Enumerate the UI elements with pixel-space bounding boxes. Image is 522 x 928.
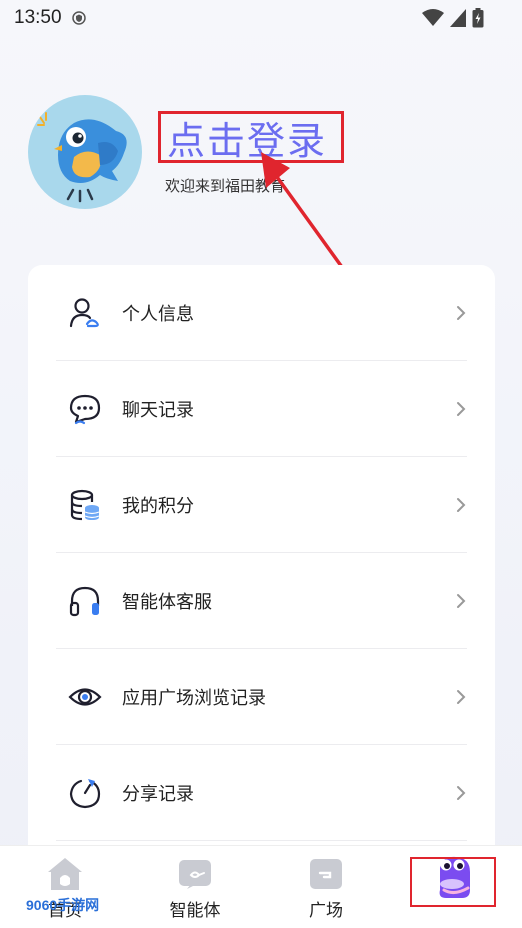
nav-annotation-box (410, 857, 496, 907)
menu-item-label: 智能体客服 (122, 592, 212, 613)
chevron-right-icon (457, 690, 466, 704)
chevron-right-icon (457, 306, 466, 320)
menu-item-chat-history[interactable]: 聊天记录 (28, 361, 495, 457)
chevron-right-icon (457, 786, 466, 800)
wifi-icon (422, 9, 444, 26)
menu-item-label: 应用广场浏览记录 (122, 688, 266, 709)
nav-label: 智能体 (169, 901, 221, 921)
chevron-right-icon (457, 498, 466, 512)
watermark: 9060手游网 (26, 897, 100, 913)
menu-item-label: 分享记录 (122, 784, 194, 805)
menu-item-label: 我的积分 (122, 496, 194, 517)
database-icon (70, 489, 100, 521)
nav-item-agent[interactable]: 智能体 (145, 856, 245, 921)
menu-item-profile-info[interactable]: 个人信息 (28, 265, 495, 361)
person-icon (69, 298, 99, 328)
status-indicators (422, 8, 484, 28)
status-bar: 13:50 (0, 0, 522, 36)
menu-item-share-history[interactable]: 分享记录 (28, 745, 495, 841)
share-icon (69, 779, 101, 809)
menu-item-label: 个人信息 (122, 304, 194, 325)
headset-icon (69, 586, 100, 617)
nav-item-plaza[interactable]: 广场 (276, 856, 376, 921)
welcome-text: 欢迎来到福田教育 (165, 177, 286, 195)
chat-icon (69, 394, 101, 425)
nav-label: 广场 (309, 901, 343, 921)
chevron-right-icon (457, 594, 466, 608)
login-link[interactable]: 点击登录 (167, 110, 327, 165)
shield-icon (71, 11, 86, 25)
agent-icon (179, 860, 211, 889)
menu-item-points[interactable]: 我的积分 (28, 457, 495, 553)
avatar[interactable] (28, 95, 142, 209)
login-annotation-box: 点击登录 (158, 111, 344, 163)
status-time: 13:50 (14, 7, 62, 28)
eye-icon (68, 688, 102, 706)
menu-item-label: 聊天记录 (122, 400, 194, 421)
menu-item-browse-history[interactable]: 应用广场浏览记录 (28, 649, 495, 745)
battery-icon (472, 8, 484, 28)
chevron-right-icon (457, 402, 466, 416)
menu-item-customer-service[interactable]: 智能体客服 (28, 553, 495, 649)
divider (56, 840, 467, 841)
home-icon (48, 858, 82, 890)
bird-mascot-icon (37, 112, 127, 203)
plaza-icon (310, 859, 342, 889)
signal-icon (450, 9, 466, 27)
